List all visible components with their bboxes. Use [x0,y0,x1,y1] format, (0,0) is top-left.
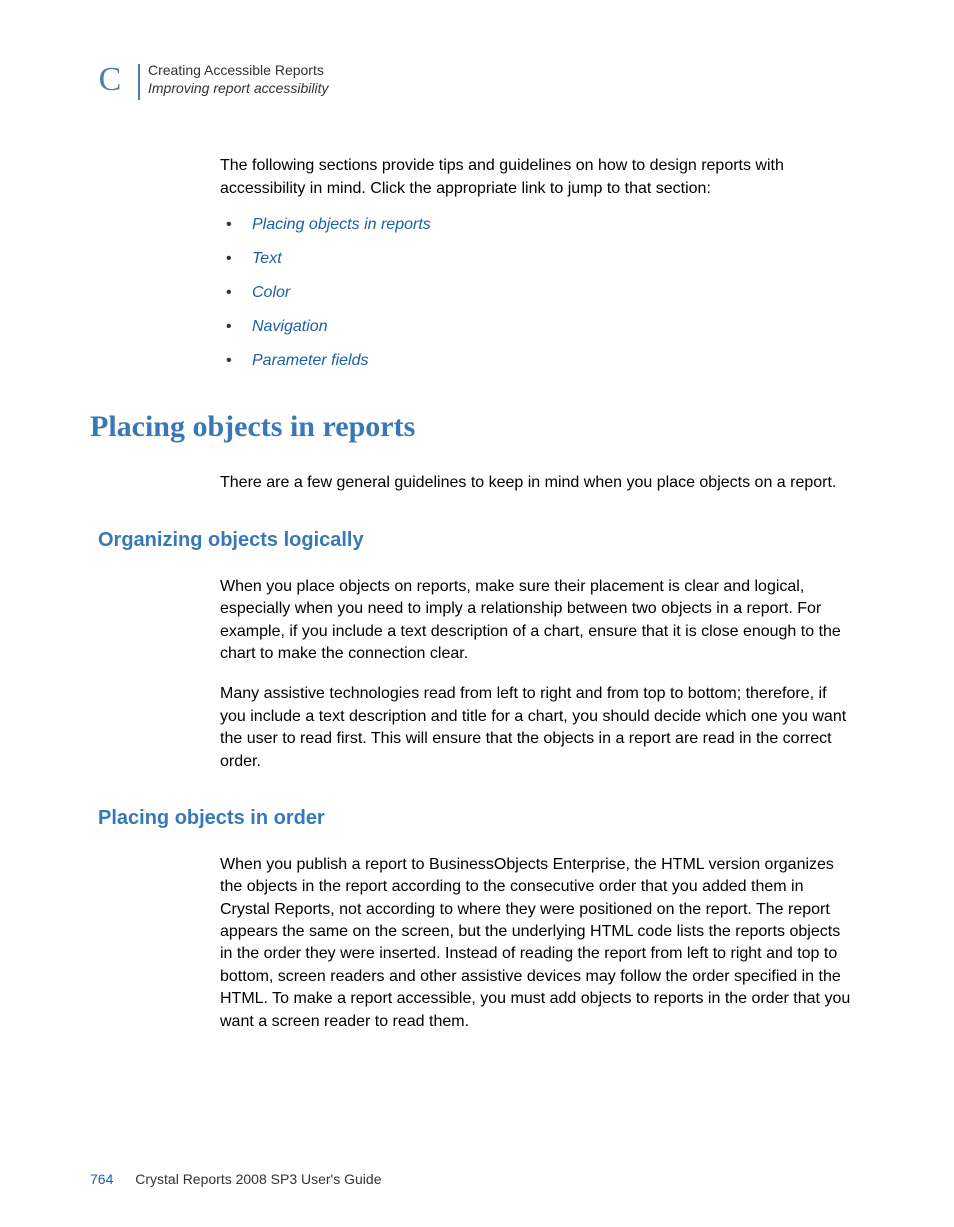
sub2-paragraph-1: When you publish a report to BusinessObj… [220,854,854,1033]
link-text[interactable]: Text [252,250,282,267]
link-navigation[interactable]: Navigation [252,318,328,335]
page-number: 764 [90,1171,113,1187]
heading-placing-objects-in-reports: Placing objects in reports [90,410,864,444]
list-item: Color [220,284,854,302]
list-item: Placing objects in reports [220,216,854,234]
page-container: C Creating Accessible Reports Improving … [0,0,954,1227]
intro-paragraph: The following sections provide tips and … [220,154,854,200]
sub1-paragraph-1: When you place objects on reports, make … [220,576,854,666]
link-parameter-fields[interactable]: Parameter fields [252,352,369,369]
footer-doc-title: Crystal Reports 2008 SP3 User's Guide [135,1171,381,1187]
section1-body: There are a few general guidelines to ke… [220,472,854,494]
page-header: C Creating Accessible Reports Improving … [90,60,864,100]
appendix-badge: C [90,60,130,100]
link-placing-objects[interactable]: Placing objects in reports [252,216,431,233]
header-divider [138,64,140,100]
heading-organizing-objects-logically: Organizing objects logically [98,529,864,552]
chapter-title: Creating Accessible Reports [148,62,329,78]
sub1-body: When you place objects on reports, make … [220,576,854,773]
header-text-block: Creating Accessible Reports Improving re… [148,60,329,96]
list-item: Navigation [220,318,854,336]
heading-placing-objects-in-order: Placing objects in order [98,807,864,830]
sub1-paragraph-2: Many assistive technologies read from le… [220,683,854,773]
section-breadcrumb: Improving report accessibility [148,80,329,96]
sub2-body: When you publish a report to BusinessObj… [220,854,854,1033]
link-list: Placing objects in reports Text Color Na… [220,216,854,370]
intro-block: The following sections provide tips and … [220,154,854,370]
list-item: Text [220,250,854,268]
link-color[interactable]: Color [252,284,290,301]
list-item: Parameter fields [220,352,854,370]
page-footer: 764 Crystal Reports 2008 SP3 User's Guid… [90,1171,381,1187]
section1-paragraph: There are a few general guidelines to ke… [220,472,854,494]
appendix-letter: C [99,61,122,99]
